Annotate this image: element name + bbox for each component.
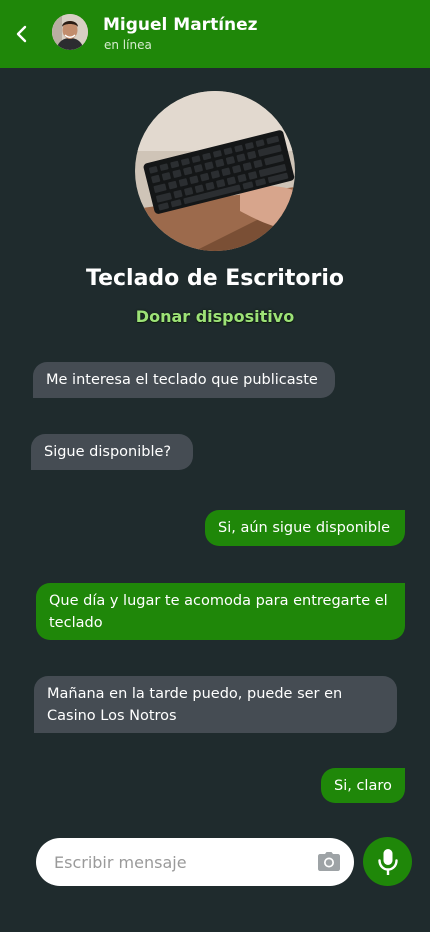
chevron-left-icon bbox=[16, 25, 27, 43]
message-text: Me interesa el teclado que publicaste bbox=[46, 372, 318, 388]
product-photo[interactable] bbox=[135, 91, 295, 251]
microphone-icon bbox=[377, 848, 398, 875]
message-bubble-outgoing: Que día y lugar te acomoda para entregar… bbox=[36, 583, 405, 640]
product-title: Teclado de Escritorio bbox=[86, 266, 344, 291]
donate-device-link[interactable]: Donar dispositivo bbox=[0, 305, 430, 329]
avatar-image bbox=[52, 14, 88, 50]
message-input[interactable] bbox=[54, 838, 304, 886]
message-text: Que día y lugar te acomoda para entregar… bbox=[49, 593, 388, 631]
message-bubble-outgoing: Si, aún sigue disponible bbox=[205, 510, 405, 546]
message-composer bbox=[36, 838, 354, 886]
keyboard-photo bbox=[135, 91, 295, 251]
message-bubble-incoming: Mañana en la tarde puedo, puede ser en C… bbox=[34, 676, 397, 733]
message-text: Si, aún sigue disponible bbox=[218, 520, 391, 536]
camera-button[interactable] bbox=[317, 851, 341, 873]
message-text: Mañana en la tarde puedo, puede ser en C… bbox=[47, 686, 343, 724]
message-bubble-incoming: Sigue disponible? bbox=[31, 434, 193, 470]
contact-status: en línea bbox=[104, 38, 152, 52]
back-button[interactable] bbox=[8, 19, 36, 49]
microphone-button[interactable] bbox=[363, 837, 412, 886]
message-text: Sigue disponible? bbox=[44, 444, 172, 460]
message-text: Si, claro bbox=[334, 778, 392, 794]
message-bubble-incoming: Me interesa el teclado que publicaste bbox=[33, 362, 335, 398]
camera-icon bbox=[318, 852, 340, 871]
message-bubble-outgoing: Si, claro bbox=[321, 768, 405, 803]
chat-header: Miguel Martínez en línea bbox=[0, 0, 430, 68]
contact-name[interactable]: Miguel Martínez bbox=[103, 14, 258, 36]
contact-avatar[interactable] bbox=[52, 14, 88, 50]
